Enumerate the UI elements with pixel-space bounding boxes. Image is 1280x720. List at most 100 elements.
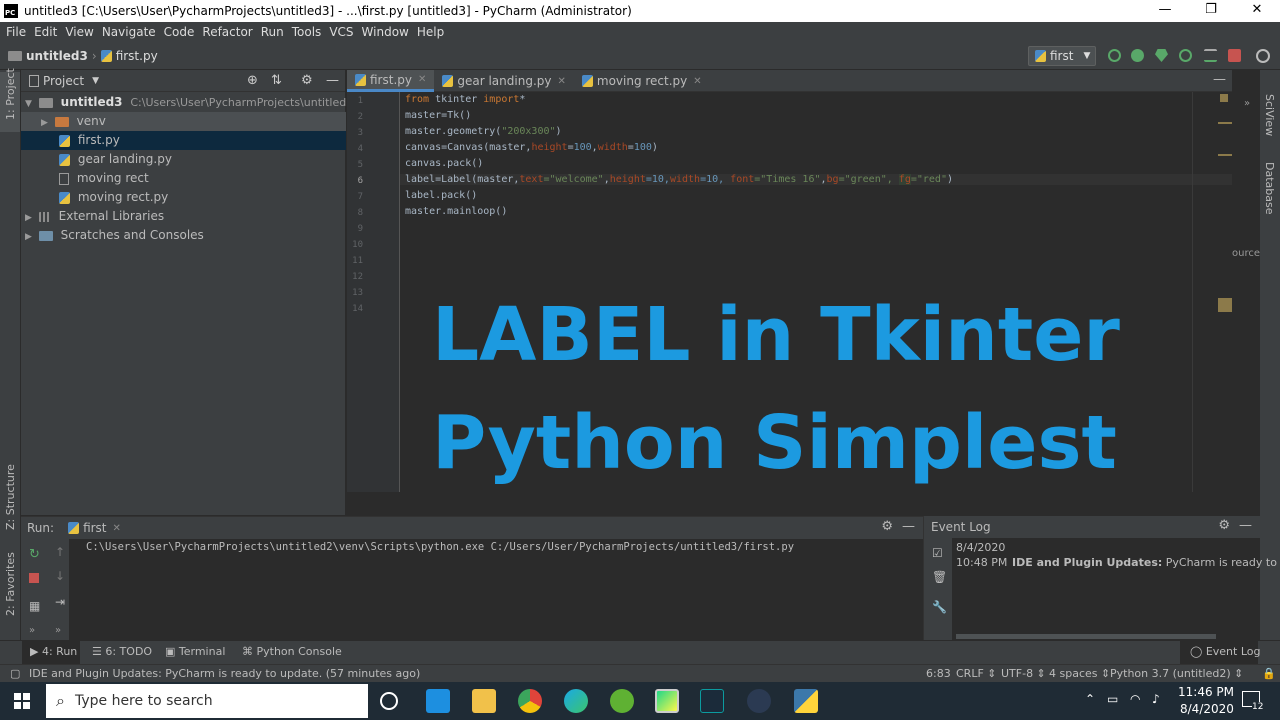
profile-icon[interactable]	[1179, 49, 1192, 62]
close-tab-icon[interactable]: ✕	[557, 76, 565, 87]
layout-icon[interactable]: ▦	[29, 599, 40, 613]
tree-root[interactable]: ▼ untitled3 C:\Users\User\PycharmProject…	[21, 93, 353, 112]
show-hidden-icons[interactable]: ⌃	[1085, 692, 1095, 706]
status-message[interactable]: IDE and Plugin Updates: PyCharm is ready…	[29, 667, 420, 680]
expand-icon[interactable]: »	[1244, 98, 1250, 109]
stop-icon[interactable]	[29, 573, 39, 583]
python-taskbar-icon[interactable]	[794, 689, 818, 713]
wifi-icon[interactable]: ◠	[1130, 692, 1140, 706]
tree-item-gear-landing[interactable]: gear landing.py	[21, 150, 346, 169]
settings-icon[interactable]: ⚙	[881, 519, 893, 534]
close-tab-icon[interactable]: ✕	[418, 74, 426, 85]
hide-panel-icon[interactable]: —	[1239, 518, 1252, 533]
status-bar-icon[interactable]: ▢	[10, 667, 20, 680]
warning-marker[interactable]	[1218, 298, 1232, 312]
mail-icon[interactable]	[426, 689, 450, 713]
tab-gear-landing[interactable]: gear landing.py ✕	[434, 70, 574, 92]
clock-date[interactable]: 8/4/2020	[1180, 702, 1234, 716]
stop-icon[interactable]	[1228, 49, 1241, 62]
edge-icon[interactable]	[564, 689, 588, 713]
menu-refactor[interactable]: Refactor	[202, 25, 252, 39]
warning-marker[interactable]	[1218, 122, 1232, 124]
hide-panel-icon[interactable]: —	[326, 73, 339, 88]
tab-first-py[interactable]: first.py ✕	[347, 70, 435, 92]
indent-setting[interactable]: 4 spaces ⇕	[1049, 667, 1110, 680]
structure-tool-tab[interactable]: Z: Structure	[4, 464, 17, 530]
locate-icon[interactable]: ⊕	[247, 73, 258, 88]
menu-edit[interactable]: Edit	[34, 25, 57, 39]
tree-item-moving-rect[interactable]: moving rect	[21, 169, 346, 188]
run-tab-label[interactable]: first	[83, 521, 106, 535]
caret-position[interactable]: 6:83	[926, 667, 951, 680]
interpreter-selector[interactable]: Python 3.7 (untitled2) ⇕	[1110, 667, 1243, 680]
close-tab-icon[interactable]: ✕	[693, 76, 701, 87]
mark-read-icon[interactable]: ☑	[932, 546, 943, 560]
tree-item-external-libraries[interactable]: ▶ External Libraries	[21, 207, 346, 226]
up-arrow-icon[interactable]: ↑	[55, 545, 65, 559]
code-editor[interactable]: from tkinter import* master=Tk() master.…	[400, 92, 1232, 492]
database-tool-tab[interactable]: Database	[1263, 162, 1276, 215]
breadcrumb-file[interactable]: first.py	[116, 49, 158, 63]
chrome-icon[interactable]	[518, 689, 542, 713]
clock-time[interactable]: 11:46 PM	[1178, 685, 1234, 699]
lock-icon[interactable]: 🔒	[1262, 667, 1276, 680]
search-everywhere-icon[interactable]	[1256, 49, 1270, 63]
horizontal-scrollbar[interactable]	[956, 634, 1216, 639]
settings-icon[interactable]: ⚙	[1218, 518, 1230, 533]
inspection-status-icon[interactable]	[1220, 94, 1228, 102]
tab-moving-rect[interactable]: moving rect.py ✕	[574, 70, 710, 92]
pycharm-taskbar-icon[interactable]	[655, 689, 679, 713]
app-icon[interactable]	[700, 689, 724, 713]
menu-help[interactable]: Help	[417, 25, 444, 39]
project-tool-tab[interactable]: 1: Project	[4, 68, 17, 120]
battery-icon[interactable]: ▭	[1107, 692, 1118, 706]
menu-tools[interactable]: Tools	[292, 25, 322, 39]
more-icon[interactable]: »	[55, 625, 61, 636]
coverage-icon[interactable]	[1155, 49, 1168, 62]
sciview-tool-tab[interactable]: SciView	[1263, 94, 1276, 136]
maximize-button[interactable]: ❐	[1188, 0, 1234, 22]
file-explorer-icon[interactable]	[472, 689, 496, 713]
soft-wrap-icon[interactable]: ⇥	[55, 595, 65, 609]
tree-item-scratches[interactable]: ▶ Scratches and Consoles	[21, 226, 346, 245]
todo-tool-tab[interactable]: ☰ 6: TODO	[92, 645, 152, 658]
terminal-tool-tab[interactable]: ▣ Terminal	[165, 645, 225, 658]
project-view-dropdown-icon[interactable]: ▼	[92, 76, 99, 86]
settings-icon[interactable]: ⚙	[301, 73, 313, 88]
project-panel-title[interactable]: Project	[43, 74, 84, 88]
menu-navigate[interactable]: Navigate	[102, 25, 156, 39]
debug-icon[interactable]	[1131, 49, 1144, 62]
more-icon[interactable]: »	[29, 625, 35, 636]
event-log-tool-tab[interactable]: ◯ Event Log	[1190, 645, 1260, 658]
menu-vcs[interactable]: VCS	[329, 25, 353, 39]
minimize-button[interactable]: —	[1142, 0, 1188, 22]
taskbar-search-box[interactable]: ⌕ Type here to search	[46, 684, 368, 718]
hide-panel-icon[interactable]: —	[902, 519, 915, 534]
menu-file[interactable]: File	[6, 25, 26, 39]
rerun-icon[interactable]	[1108, 49, 1121, 62]
cortana-icon[interactable]	[380, 692, 398, 710]
tree-item-venv[interactable]: ▶ venv	[21, 112, 346, 131]
favorites-tool-tab[interactable]: 2: Favorites	[4, 552, 17, 616]
wrench-icon[interactable]: 🔧	[932, 600, 947, 614]
warning-marker[interactable]	[1218, 154, 1232, 156]
hide-editor-icon[interactable]: —	[1213, 72, 1226, 87]
utorrent-icon[interactable]	[610, 689, 634, 713]
concurrency-icon[interactable]	[1204, 49, 1217, 62]
file-encoding[interactable]: UTF-8 ⇕	[1001, 667, 1046, 680]
line-separator[interactable]: CRLF ⇕	[956, 667, 997, 680]
trash-icon[interactable]: 🗑	[932, 570, 947, 584]
down-arrow-icon[interactable]: ↓	[55, 569, 65, 583]
menu-code[interactable]: Code	[164, 25, 195, 39]
rerun-icon[interactable]: ↻	[29, 547, 40, 562]
breadcrumb-project[interactable]: untitled3	[26, 49, 88, 63]
menu-run[interactable]: Run	[261, 25, 284, 39]
windows-start-icon[interactable]	[14, 693, 30, 709]
close-window-button[interactable]: ✕	[1234, 0, 1280, 22]
tree-item-moving-rect-py[interactable]: moving rect.py	[21, 188, 346, 207]
app-icon[interactable]	[747, 689, 771, 713]
volume-icon[interactable]: ♪	[1152, 692, 1160, 706]
tree-item-first-py[interactable]: first.py	[21, 131, 346, 150]
menu-view[interactable]: View	[65, 25, 93, 39]
run-config-selector[interactable]: first ▼	[1028, 46, 1096, 66]
